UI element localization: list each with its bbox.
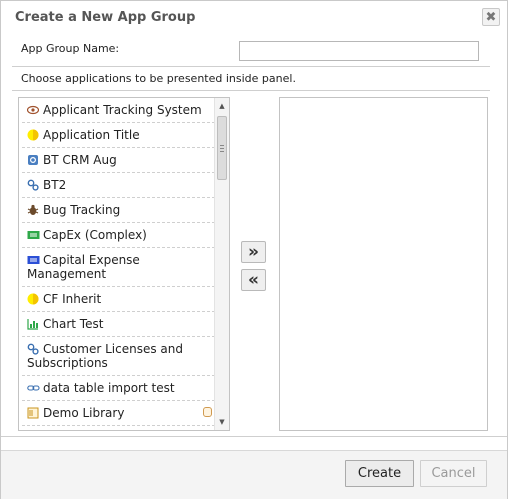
money-icon <box>27 229 40 241</box>
close-button[interactable]: ✖ <box>482 8 500 26</box>
add-selected-button[interactable]: » <box>241 241 266 263</box>
bug-icon <box>27 204 39 216</box>
list-item[interactable]: Bug Tracking <box>22 198 215 223</box>
choose-apps-label: Choose applications to be presented insi… <box>21 72 296 85</box>
list-item[interactable]: BT CRM Aug <box>22 148 215 173</box>
remove-selected-button[interactable]: « <box>241 269 266 291</box>
dialog-title: Create a New App Group <box>15 10 196 25</box>
list-item[interactable]: Demo Library <box>22 401 215 426</box>
library-icon <box>27 407 39 419</box>
eye-icon <box>26 104 40 116</box>
scroll-thumb[interactable] <box>217 116 227 180</box>
double-chevron-left-icon: « <box>248 269 259 290</box>
list-item[interactable]: data table import test <box>22 376 215 401</box>
list-item[interactable]: Application Title <box>22 123 215 148</box>
link-icon <box>27 382 40 394</box>
half-circle-icon <box>27 293 39 305</box>
list-item[interactable]: Chart Test <box>22 312 215 337</box>
list-item[interactable]: CapEx (Complex) <box>22 223 215 248</box>
divider <box>12 90 490 91</box>
database-icon <box>203 407 212 417</box>
scroll-down-arrow-icon[interactable]: ▼ <box>215 415 229 429</box>
create-button[interactable]: Create <box>345 460 414 487</box>
divider <box>1 436 507 437</box>
cancel-button[interactable]: Cancel <box>420 460 487 487</box>
list-item[interactable]: CF Inherit <box>22 287 215 312</box>
money-blue-icon <box>27 254 40 266</box>
half-circle-icon <box>27 129 39 141</box>
selected-apps-list[interactable] <box>279 97 488 431</box>
list-scrollbar[interactable]: ▲ ▼ <box>214 98 229 430</box>
divider <box>12 66 490 67</box>
gears-icon <box>27 343 39 355</box>
app-list: Applicant Tracking System Application Ti… <box>22 98 215 426</box>
gears-icon <box>27 179 39 191</box>
app-group-name-input[interactable] <box>239 41 479 61</box>
bar-chart-icon <box>27 318 39 330</box>
list-item[interactable]: BT2 <box>22 173 215 198</box>
available-apps-list[interactable]: Applicant Tracking System Application Ti… <box>18 97 230 431</box>
list-item[interactable]: Capital Expense Management <box>22 248 215 287</box>
list-item[interactable]: Applicant Tracking System <box>22 98 215 123</box>
settings-box-icon <box>27 154 39 166</box>
close-icon: ✖ <box>485 9 497 25</box>
grip-icon <box>220 144 224 152</box>
double-chevron-right-icon: » <box>248 241 259 262</box>
create-app-group-dialog: Create a New App Group ✖ App Group Name:… <box>0 0 508 499</box>
app-group-name-label: App Group Name: <box>21 42 120 55</box>
scroll-up-arrow-icon[interactable]: ▲ <box>215 99 229 113</box>
list-item[interactable]: Customer Licenses and Subscriptions <box>22 337 215 376</box>
